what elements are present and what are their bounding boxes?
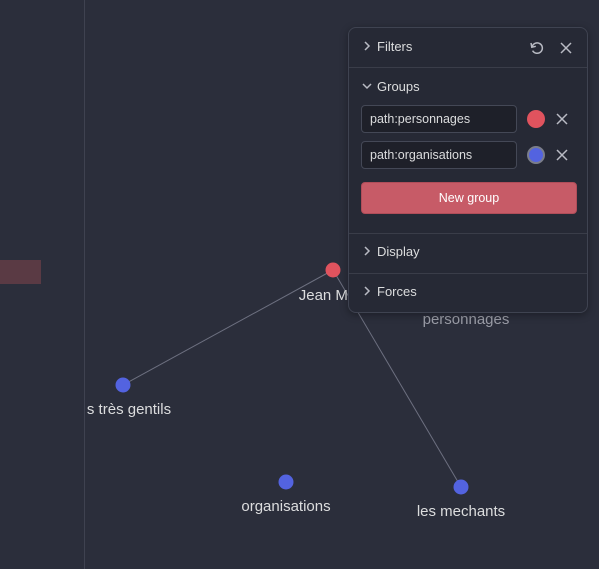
node-label-organisations: organisations [241,498,330,515]
node-label-jean-mi: Jean Mi [299,287,352,304]
graph-settings-panel: Filters Groups New group [348,27,588,313]
group-color-swatch-2[interactable] [527,146,545,164]
new-group-button[interactable]: New group [361,182,577,214]
restore-icon[interactable] [528,39,546,57]
filters-label: Filters [377,38,413,54]
groups-section: Groups [349,68,587,104]
forces-label: Forces [377,283,417,299]
group-query-input-2[interactable] [361,141,517,169]
forces-header[interactable]: Forces [349,273,587,309]
chevron-right-icon [361,40,373,52]
remove-icon[interactable] [554,147,570,163]
node-tres-gentils[interactable] [115,377,131,393]
chevron-right-icon [361,245,373,257]
group-query-input-1[interactable] [361,105,517,133]
node-label-personnages: personnages [423,311,510,328]
node-label-les-mechants: les mechants [417,503,505,520]
group-color-swatch-1[interactable] [527,110,545,128]
display-label: Display [377,243,420,259]
chevron-right-icon [361,285,373,297]
node-organisations[interactable] [278,474,294,490]
remove-icon[interactable] [554,111,570,127]
node-jean-mi[interactable] [325,262,341,278]
groups-label: Groups [377,78,420,94]
forces-section: Forces [349,273,587,309]
display-header[interactable]: Display [349,233,587,269]
close-icon[interactable] [557,39,575,57]
filters-section: Filters [349,28,587,64]
node-label-tres-gentils: s très gentils [87,401,171,418]
display-section: Display [349,233,587,269]
node-les-mechants[interactable] [453,479,469,495]
chevron-down-icon [361,80,373,92]
groups-header[interactable]: Groups [349,68,587,104]
filters-header[interactable]: Filters [349,28,587,64]
